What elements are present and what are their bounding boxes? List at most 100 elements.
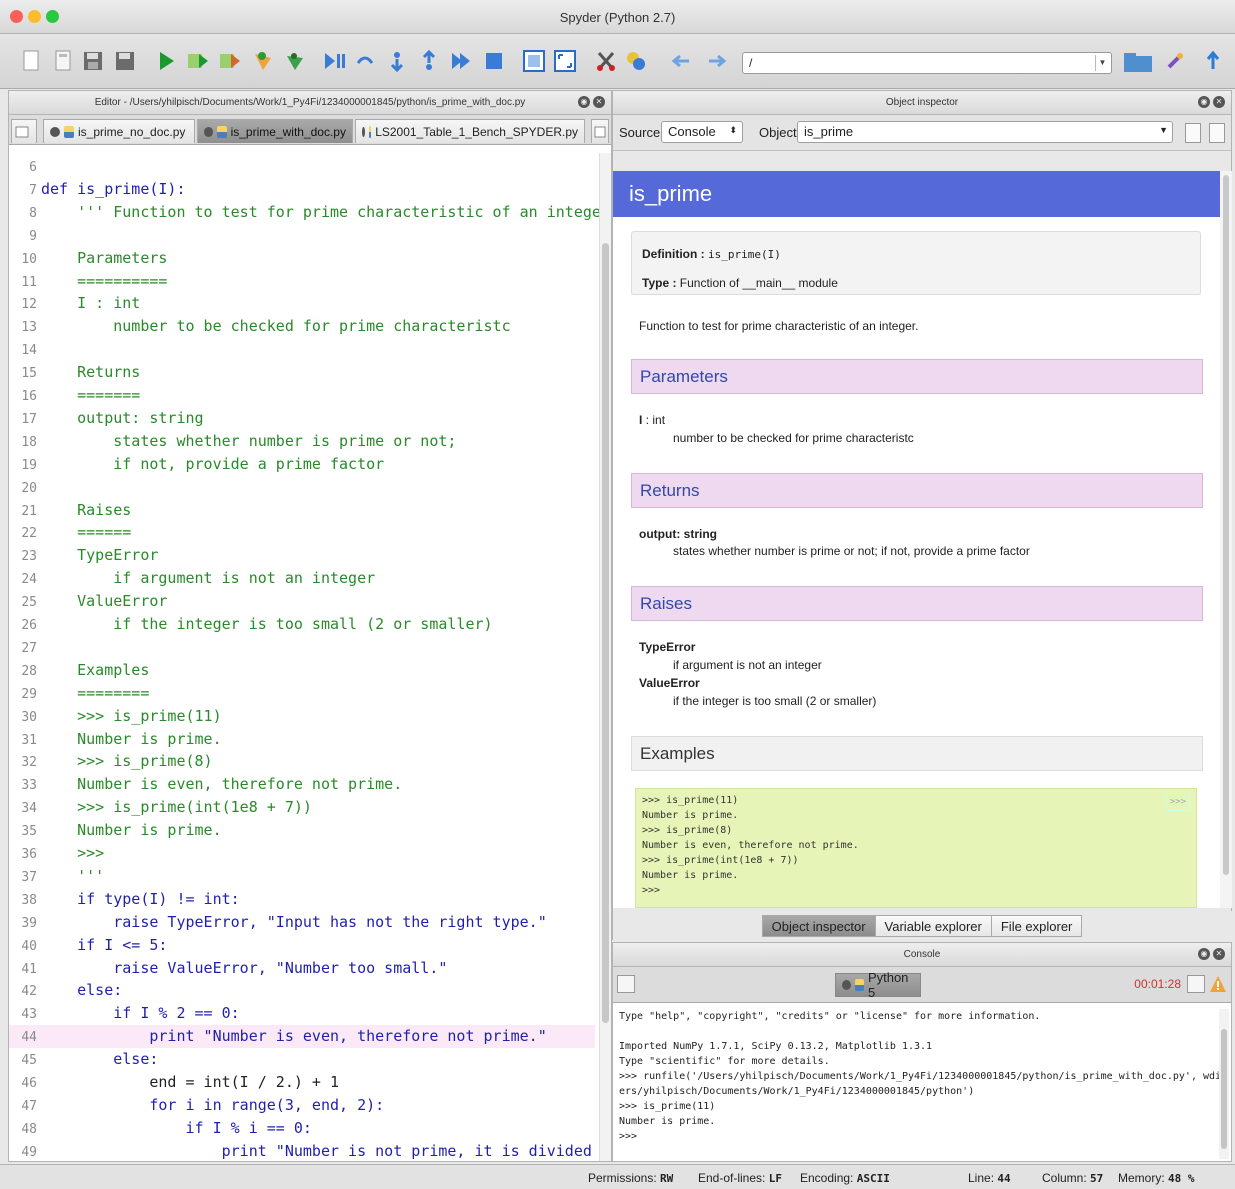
tools-icon[interactable] <box>593 48 619 74</box>
folder-icon[interactable] <box>1122 48 1154 74</box>
code-line[interactable]: 30 >>> is_prime(11) <box>9 705 595 728</box>
close-pane-icon[interactable]: ✕ <box>1213 96 1225 108</box>
doc-scrollbar[interactable] <box>1220 171 1232 908</box>
run-selection-icon[interactable] <box>281 48 307 74</box>
code-line[interactable]: 36 >>> <box>9 842 595 865</box>
forward-icon[interactable] <box>704 48 730 74</box>
code-line[interactable]: 7 def is_prime(I): <box>9 178 595 201</box>
close-tab-icon[interactable] <box>204 126 214 137</box>
continue-icon[interactable] <box>448 48 474 74</box>
code-line[interactable]: 48 if I % i == 0: <box>9 1117 595 1140</box>
close-tab-icon[interactable] <box>362 126 365 137</box>
code-line[interactable]: 23 TypeError <box>9 544 595 567</box>
code-line[interactable]: 41 raise ValueError, "Number too small." <box>9 957 595 980</box>
source-select[interactable]: Console ⬍ <box>661 121 743 143</box>
console-options-icon[interactable] <box>1187 975 1205 993</box>
fullscreen-icon[interactable] <box>552 48 578 74</box>
code-line[interactable]: 31 Number is prime. <box>9 728 595 751</box>
tab-is-prime-with-doc[interactable]: is_prime_with_doc.py <box>197 119 353 143</box>
console-output[interactable]: Type "help", "copyright", "credits" or "… <box>619 1009 1219 1161</box>
code-line[interactable]: 15 Returns <box>9 361 595 384</box>
up-arrow-icon[interactable] <box>1200 48 1226 74</box>
code-line[interactable]: 37 ''' <box>9 865 595 888</box>
code-line[interactable]: 14 <box>9 338 595 361</box>
step-into-icon[interactable] <box>384 48 410 74</box>
scrollbar-thumb[interactable] <box>602 243 609 1023</box>
undock-icon[interactable]: ◉ <box>578 96 590 108</box>
code-line[interactable]: 43 if I % 2 == 0: <box>9 1002 595 1025</box>
options-icon[interactable] <box>1209 123 1225 143</box>
editor-scrollbar[interactable] <box>599 153 611 1161</box>
back-icon[interactable] <box>668 48 694 74</box>
code-line[interactable]: 9 <box>9 224 595 247</box>
prompt-toggle-button[interactable]: >>> <box>1165 793 1190 811</box>
code-line[interactable]: 49 print "Number is not prime, it is div… <box>9 1140 595 1161</box>
code-line[interactable]: 18 states whether number is prime or not… <box>9 430 595 453</box>
chevron-down-icon[interactable]: ▼ <box>1159 125 1168 135</box>
code-line[interactable]: 38 if type(I) != int: <box>9 888 595 911</box>
tab-options-icon[interactable] <box>591 119 609 143</box>
code-line[interactable]: 13 number to be checked for prime charac… <box>9 315 595 338</box>
tab-object-inspector[interactable]: Object inspector <box>761 914 876 937</box>
tab-variable-explorer[interactable]: Variable explorer <box>874 914 992 937</box>
code-line[interactable]: 47 for i in range(3, end, 2): <box>9 1094 595 1117</box>
step-icon[interactable] <box>352 48 378 74</box>
code-line[interactable]: 34 >>> is_prime(int(1e8 + 7)) <box>9 796 595 819</box>
scrollbar-thumb[interactable] <box>1223 175 1229 875</box>
debug-icon[interactable] <box>249 48 275 74</box>
code-line[interactable]: 12 I : int <box>9 292 595 315</box>
code-line[interactable]: 26 if the integer is too small (2 or sma… <box>9 613 595 636</box>
python-path-icon[interactable] <box>623 48 649 74</box>
console-scrollbar[interactable] <box>1219 1009 1229 1159</box>
code-line[interactable]: 6 <box>9 155 595 178</box>
save-icon[interactable] <box>80 48 106 74</box>
code-line[interactable]: 27 <box>9 636 595 659</box>
close-tab-icon[interactable] <box>50 126 60 137</box>
code-line[interactable]: 42 else: <box>9 979 595 1002</box>
tab-file-explorer[interactable]: File explorer <box>990 914 1083 937</box>
code-line[interactable]: 8 ''' Function to test for prime charact… <box>9 201 599 224</box>
close-pane-icon[interactable]: ✕ <box>593 96 605 108</box>
code-line[interactable]: 35 Number is prime. <box>9 819 595 842</box>
browse-tabs-icon[interactable] <box>11 119 37 143</box>
undock-icon[interactable]: ◉ <box>1198 96 1210 108</box>
code-line[interactable]: 44 print "Number is even, therefore not … <box>9 1025 595 1049</box>
code-line[interactable]: 45 else: <box>9 1048 595 1071</box>
code-line[interactable]: 10 Parameters <box>9 247 595 270</box>
close-tab-icon[interactable] <box>842 980 851 990</box>
lock-icon[interactable] <box>1185 123 1201 143</box>
code-line[interactable]: 16 ======= <box>9 384 595 407</box>
rerun-icon[interactable] <box>217 48 243 74</box>
code-line[interactable]: 19 if not, provide a prime factor <box>9 453 595 476</box>
code-line[interactable]: 21 Raises <box>9 499 595 522</box>
code-line[interactable]: 25 ValueError <box>9 590 595 613</box>
scrollbar-thumb[interactable] <box>1221 1029 1227 1149</box>
chevron-down-icon[interactable]: ▼ <box>1095 55 1109 71</box>
working-directory-combo[interactable]: / ▼ <box>742 52 1112 74</box>
run-icon[interactable] <box>153 48 179 74</box>
code-line[interactable]: 28 Examples <box>9 659 595 682</box>
code-line[interactable]: 24 if argument is not an integer <box>9 567 595 590</box>
run-config-icon[interactable] <box>185 48 211 74</box>
tab-is-prime-no-doc[interactable]: is_prime_no_doc.py <box>43 119 195 143</box>
warning-icon[interactable] <box>1209 975 1227 993</box>
open-file-icon[interactable] <box>50 48 76 74</box>
code-line[interactable]: 11 ========== <box>9 270 595 293</box>
maximize-pane-icon[interactable] <box>521 48 547 74</box>
close-pane-icon[interactable]: ✕ <box>1213 948 1225 960</box>
parent-dir-icon[interactable] <box>1162 48 1188 74</box>
code-line[interactable]: 46 end = int(I / 2.) + 1 <box>9 1071 595 1094</box>
stop-icon[interactable] <box>481 48 507 74</box>
code-line[interactable]: 39 raise TypeError, "Input has not the r… <box>9 911 595 934</box>
tab-ls2001-bench[interactable]: LS2001_Table_1_Bench_SPYDER.py <box>355 119 585 143</box>
code-line[interactable]: 17 output: string <box>9 407 595 430</box>
code-line[interactable]: 22 ====== <box>9 521 595 544</box>
code-line[interactable]: 29 ======== <box>9 682 595 705</box>
new-file-icon[interactable] <box>18 48 44 74</box>
run-cell-icon[interactable] <box>322 48 348 74</box>
save-all-icon[interactable] <box>112 48 138 74</box>
new-console-icon[interactable] <box>617 975 635 993</box>
code-line[interactable]: 20 <box>9 476 595 499</box>
code-line[interactable]: 40 if I <= 5: <box>9 934 595 957</box>
code-line[interactable]: 33 Number is even, therefore not prime. <box>9 773 595 796</box>
